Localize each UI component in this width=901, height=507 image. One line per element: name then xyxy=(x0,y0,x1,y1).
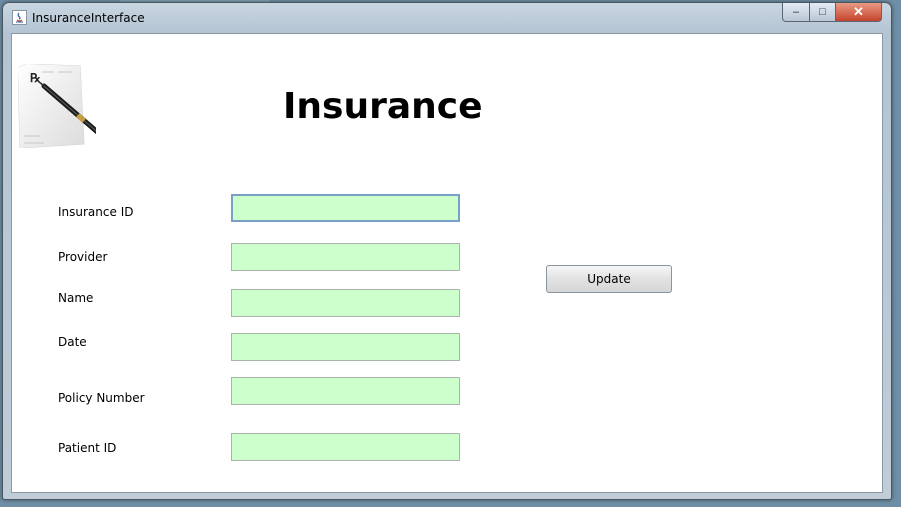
content-panel: ℞ Insurance Insurance ID Provider Name D… xyxy=(11,33,883,493)
policy-number-label: Policy Number xyxy=(58,391,145,405)
provider-label: Provider xyxy=(58,250,108,264)
maximize-button[interactable]: □ xyxy=(809,3,836,22)
patient-id-field[interactable] xyxy=(231,433,460,461)
insurance-id-field[interactable] xyxy=(231,194,460,222)
app-window: InsuranceInterface – □ ✕ ℞ Insurance Ins… xyxy=(2,2,892,500)
minimize-icon: – xyxy=(792,6,800,18)
java-app-icon xyxy=(12,10,27,25)
close-icon: ✕ xyxy=(853,4,864,19)
close-button[interactable]: ✕ xyxy=(835,3,882,22)
date-field[interactable] xyxy=(231,333,460,361)
maximize-icon: □ xyxy=(819,6,826,18)
update-button[interactable]: Update xyxy=(546,265,672,293)
date-label: Date xyxy=(58,335,87,349)
prescription-logo-icon: ℞ xyxy=(17,63,106,149)
insurance-id-label: Insurance ID xyxy=(58,205,134,219)
title-bar[interactable]: InsuranceInterface – □ ✕ xyxy=(3,3,891,33)
patient-id-label: Patient ID xyxy=(58,441,117,455)
name-field[interactable] xyxy=(231,289,460,317)
minimize-button[interactable]: – xyxy=(782,3,810,22)
provider-field[interactable] xyxy=(231,243,460,271)
window-title: InsuranceInterface xyxy=(32,11,145,25)
name-label: Name xyxy=(58,291,94,305)
page-title: Insurance xyxy=(283,86,483,127)
policy-number-field[interactable] xyxy=(231,377,460,405)
